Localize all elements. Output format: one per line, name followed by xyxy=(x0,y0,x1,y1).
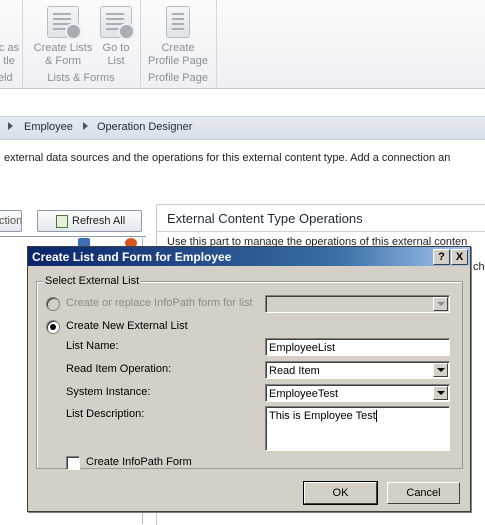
list-name-label: List Name: xyxy=(66,340,119,352)
system-instance-label: System Instance: xyxy=(66,386,151,398)
ribbon-group-partial-label: eld xyxy=(0,72,13,84)
ok-button[interactable]: OK xyxy=(303,481,378,505)
close-button[interactable]: X xyxy=(451,249,468,265)
new-external-list-radio[interactable] xyxy=(46,320,60,334)
read-item-operation-label: Read Item Operation: xyxy=(66,363,172,375)
ribbon-button-partial-label1: c as xyxy=(0,42,20,54)
refresh-icon xyxy=(56,215,68,228)
create-profile-page-button[interactable]: Create Profile Page xyxy=(144,6,212,68)
new-external-list-label: Create New External List xyxy=(66,320,188,332)
create-lists-form-label2: & Form xyxy=(44,55,82,67)
ect-title-divider xyxy=(157,231,485,232)
partial-toolbar-button[interactable]: ction xyxy=(0,210,22,232)
create-infopath-checkbox[interactable] xyxy=(66,456,80,470)
refresh-all-label: Refresh All xyxy=(72,215,126,227)
list-description-value: This is Employee Test xyxy=(269,410,376,422)
create-profile-page-icon xyxy=(166,6,190,38)
replace-infopath-label: Create or replace InfoPath form for list xyxy=(66,297,253,309)
read-item-operation-value: Read Item xyxy=(269,365,320,377)
cancel-button[interactable]: Cancel xyxy=(387,482,460,504)
list-name-input[interactable]: EmployeeList xyxy=(265,338,450,356)
page-description: external data sources and the operations… xyxy=(4,152,451,164)
go-to-list-label2: List xyxy=(107,55,125,67)
create-lists-form-button[interactable]: Create Lists & Form xyxy=(30,6,96,68)
refresh-all-button[interactable]: Refresh All xyxy=(37,210,142,232)
select-external-list-label: Select External List xyxy=(43,275,142,287)
create-profile-page-label2: Profile Page xyxy=(148,55,208,67)
create-lists-form-icon xyxy=(47,6,82,40)
breadcrumb-item-employee[interactable]: Employee xyxy=(24,121,73,133)
chevron-down-icon[interactable] xyxy=(433,363,448,377)
go-to-list-icon xyxy=(100,6,135,40)
text-cursor: ​ xyxy=(375,410,377,422)
chevron-down-icon[interactable] xyxy=(433,386,448,400)
system-instance-select[interactable]: EmployeeTest xyxy=(265,384,450,402)
create-list-dialog: Create List and Form for Employee ? X Se… xyxy=(27,246,471,512)
dialog-title: Create List and Form for Employee xyxy=(32,250,232,264)
ribbon: c as tle eld Create Lists & Form Go to L… xyxy=(0,0,485,89)
chevron-down-icon[interactable] xyxy=(433,297,448,311)
ribbon-group-lists-forms-label: Lists & Forms xyxy=(47,72,115,84)
read-item-operation-select[interactable]: Read Item xyxy=(265,361,450,379)
list-description-label: List Description: xyxy=(66,408,145,420)
go-to-list-button[interactable]: Go to List xyxy=(96,6,136,68)
dialog-titlebar[interactable]: Create List and Form for Employee ? X xyxy=(28,247,470,266)
ribbon-group-profile-page-label: Profile Page xyxy=(148,72,208,84)
system-instance-value: EmployeeTest xyxy=(269,388,339,400)
breadcrumb-item-operation-designer[interactable]: Operation Designer xyxy=(97,121,192,133)
replace-infopath-radio[interactable] xyxy=(46,297,60,311)
ribbon-group-lists-forms: Create Lists & Form Go to List Lists & F… xyxy=(22,0,141,88)
help-button[interactable]: ? xyxy=(433,249,450,265)
go-to-list-label1: Go to xyxy=(102,42,130,54)
ect-operations-title: External Content Type Operations xyxy=(167,211,363,226)
ect-partial-text: ch xyxy=(473,261,485,273)
create-profile-page-label1: Create xyxy=(161,42,195,54)
ribbon-button-partial[interactable]: c as tle xyxy=(0,42,22,68)
ribbon-button-partial-label2: tle xyxy=(3,55,15,67)
create-lists-form-label1: Create Lists xyxy=(33,42,93,54)
breadcrumb-separator-icon xyxy=(8,122,13,130)
list-description-textarea[interactable]: This is Employee Test​ xyxy=(265,406,450,451)
breadcrumb: Employee Operation Designer xyxy=(0,116,485,140)
partial-toolbar-button-label: ction xyxy=(0,215,22,227)
ribbon-group-partial: c as tle eld xyxy=(0,0,23,88)
replace-infopath-list-select[interactable] xyxy=(265,295,450,313)
create-infopath-label: Create InfoPath Form xyxy=(86,456,192,468)
breadcrumb-separator-icon xyxy=(83,122,88,130)
ribbon-group-profile-page: Create Profile Page Profile Page xyxy=(140,0,217,88)
